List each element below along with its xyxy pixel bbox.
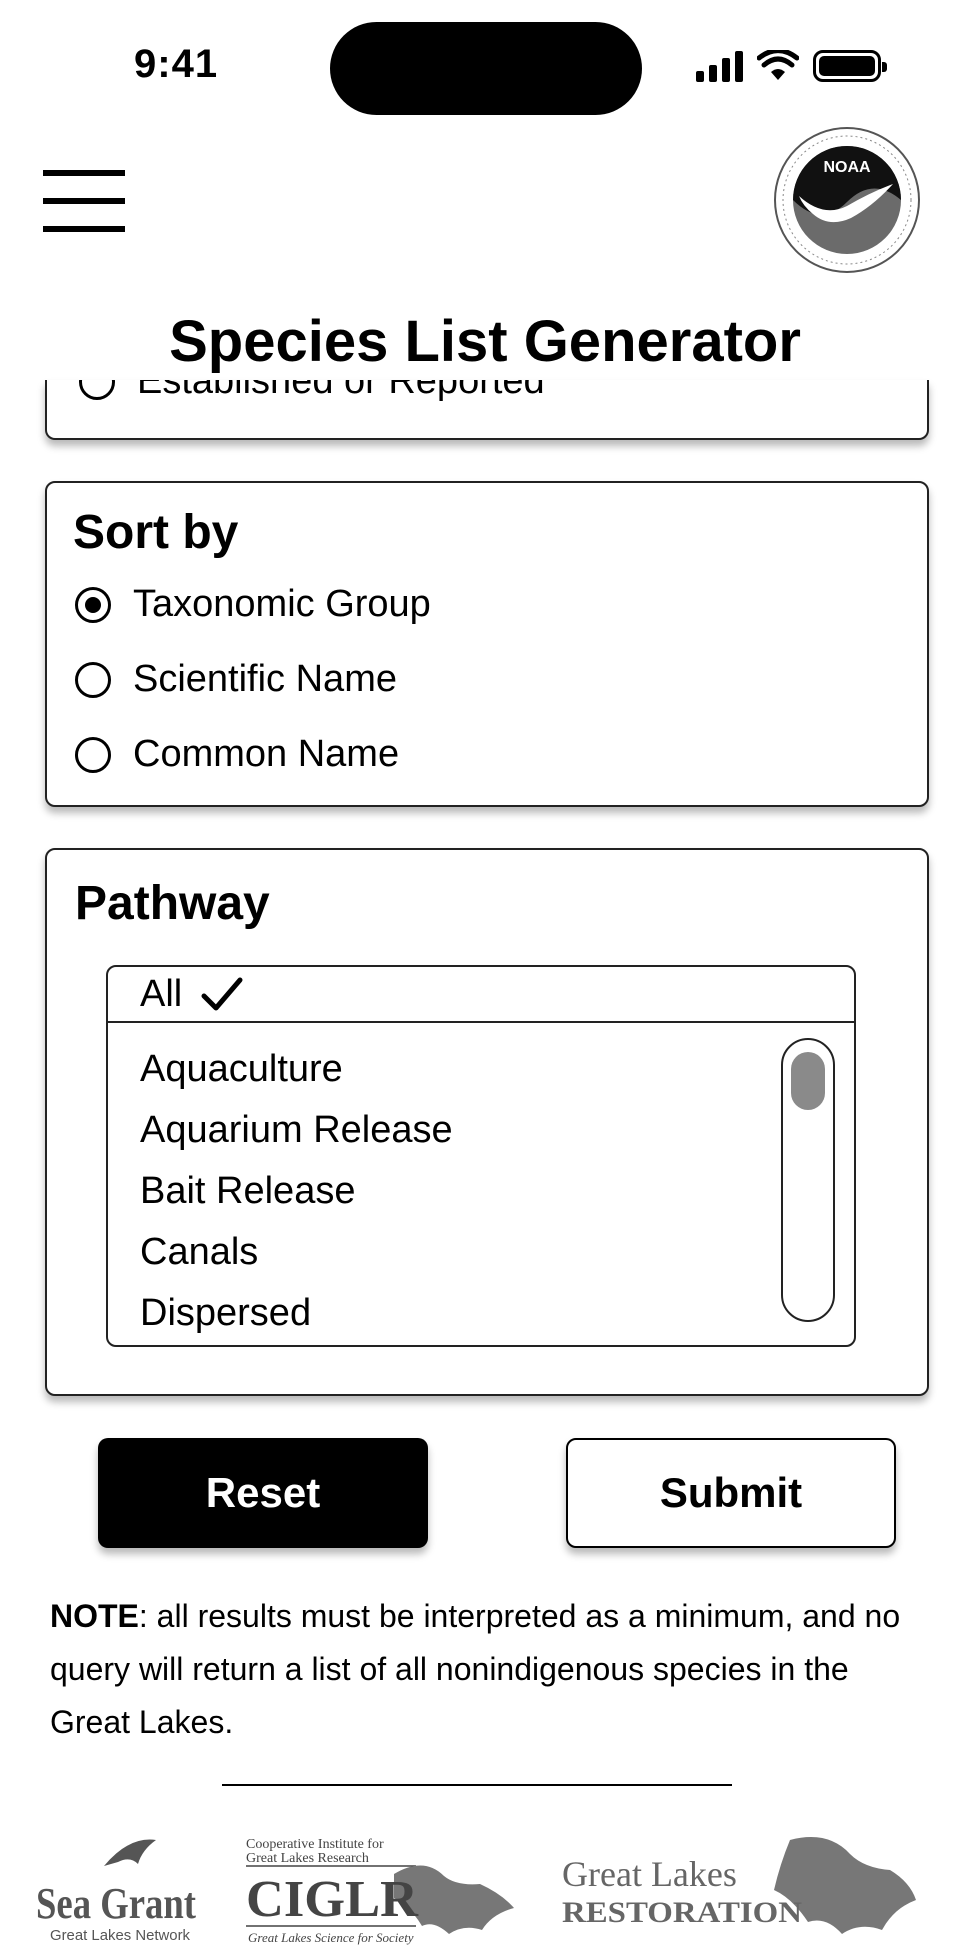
reset-button[interactable]: Reset xyxy=(98,1438,428,1548)
pathway-card: Pathway All Aquaculture Aquarium Release… xyxy=(45,848,929,1396)
page-title: Species List Generator xyxy=(169,309,801,374)
sort-by-card: Sort by Taxonomic Group Scientific Name … xyxy=(45,481,929,807)
option-label: Taxonomic Group xyxy=(133,583,431,625)
sea-grant-logo: Sea Grant Great Lakes Network xyxy=(36,1839,196,1944)
pathway-heading: Pathway xyxy=(75,877,270,930)
pathway-item-aquaculture[interactable]: Aquaculture xyxy=(140,1047,453,1108)
wifi-icon xyxy=(757,50,799,80)
option-label: Established or Reported xyxy=(137,380,545,402)
ciglr-top2: Great Lakes Research xyxy=(246,1851,369,1866)
note-text: NOTE: all results must be interpreted as… xyxy=(50,1590,930,1749)
sea-grant-sub: Great Lakes Network xyxy=(50,1927,190,1944)
status-icons xyxy=(696,50,887,82)
sort-by-heading: Sort by xyxy=(73,506,239,559)
radio-icon xyxy=(75,736,111,773)
noaa-logo-text: NOAA xyxy=(823,159,871,176)
option-label: Scientific Name xyxy=(133,658,397,700)
cellular-signal-icon xyxy=(696,50,743,82)
sea-grant-text: Sea Grant xyxy=(36,1879,196,1928)
great-lakes-restoration-logo: Great Lakes RESTORATION xyxy=(562,1837,916,1934)
scrollbar-thumb[interactable] xyxy=(791,1052,825,1110)
status-filter-card: Established or Reported xyxy=(45,380,929,440)
hamburger-menu-icon[interactable] xyxy=(43,170,125,232)
note-label: NOTE xyxy=(50,1598,139,1634)
glr-line1: Great Lakes xyxy=(562,1854,737,1894)
option-label: Common Name xyxy=(133,733,400,775)
pathway-listbox[interactable]: All Aquaculture Aquarium Release Bait Re… xyxy=(106,965,856,1347)
radio-icon xyxy=(79,380,115,400)
divider xyxy=(222,1784,732,1786)
radio-selected-icon xyxy=(75,586,111,623)
pathway-item-aquarium-release[interactable]: Aquarium Release xyxy=(140,1108,453,1169)
pathway-item-canals[interactable]: Canals xyxy=(140,1230,453,1291)
ciglr-sub: Great Lakes Science for Society xyxy=(248,1930,414,1945)
sort-option-taxonomic-group[interactable]: Taxonomic Group xyxy=(75,583,431,626)
dynamic-island xyxy=(330,22,642,115)
option-established-or-reported[interactable]: Established or Reported xyxy=(79,380,545,403)
ciglr-text: CIGLR xyxy=(246,1871,419,1928)
glr-line2: RESTORATION xyxy=(562,1896,802,1929)
checkmark-icon xyxy=(201,977,243,1011)
status-time: 9:41 xyxy=(134,42,219,86)
ciglr-logo: Cooperative Institute for Great Lakes Re… xyxy=(246,1837,514,1945)
pathway-item-bait-release[interactable]: Bait Release xyxy=(140,1169,453,1230)
battery-icon xyxy=(813,50,887,82)
noaa-logo: NOAA xyxy=(774,127,920,273)
selected-label: All xyxy=(140,972,183,1015)
note-body: : all results must be interpreted as a m… xyxy=(50,1598,901,1740)
submit-button[interactable]: Submit xyxy=(566,1438,896,1548)
pathway-selected-all[interactable]: All xyxy=(108,967,854,1023)
sort-option-scientific-name[interactable]: Scientific Name xyxy=(75,658,431,701)
ciglr-top1: Cooperative Institute for xyxy=(246,1837,384,1852)
radio-icon xyxy=(75,661,111,698)
pathway-item-dispersed[interactable]: Dispersed xyxy=(140,1291,453,1352)
sort-option-common-name[interactable]: Common Name xyxy=(75,733,431,776)
scrollbar-track[interactable] xyxy=(781,1038,835,1322)
